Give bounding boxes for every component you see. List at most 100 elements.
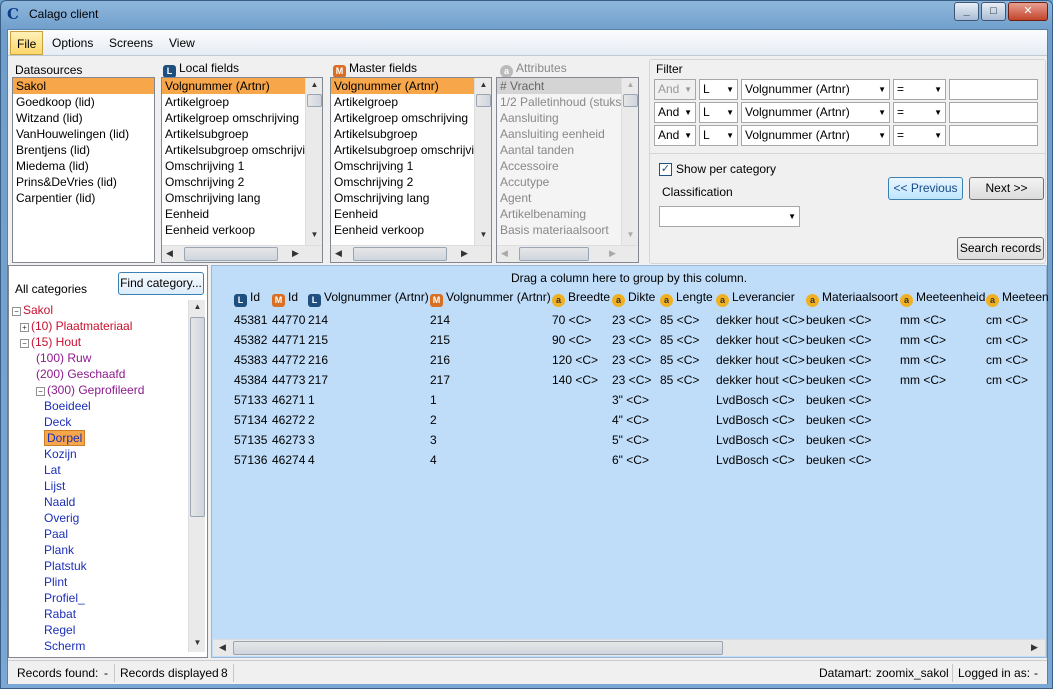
table-cell[interactable]: mm <C>: [900, 350, 946, 370]
local-field-item[interactable]: Omschrijving 2: [162, 174, 322, 190]
table-cell[interactable]: 57135: [234, 430, 267, 450]
master-field-item[interactable]: Omschrijving lang: [331, 190, 491, 206]
table-cell[interactable]: LvdBosch <C>: [716, 410, 795, 430]
table-cell[interactable]: 4: [430, 450, 437, 470]
table-cell[interactable]: beuken <C>: [806, 390, 871, 410]
local-field-item[interactable]: Artikelgroep omschrijving: [162, 110, 322, 126]
table-cell[interactable]: 46271: [272, 390, 305, 410]
table-cell[interactable]: 90 <C>: [552, 330, 591, 350]
table-cell[interactable]: 44772: [272, 350, 305, 370]
filter-value-input-2[interactable]: [949, 102, 1038, 123]
category-tree-item[interactable]: Plank: [12, 542, 189, 558]
filter-operator-select-2[interactable]: = ▼: [893, 102, 946, 123]
table-cell[interactable]: 216: [430, 350, 450, 370]
table-cell[interactable]: 2: [308, 410, 315, 430]
filter-field-select-3[interactable]: Volgnummer (Artnr) ▼: [741, 125, 890, 146]
column-header[interactable]: a Lengte: [660, 290, 713, 310]
filter-value-input-1[interactable]: [949, 79, 1038, 100]
category-tree-item[interactable]: Naald: [12, 494, 189, 510]
table-cell[interactable]: 46273: [272, 430, 305, 450]
table-cell[interactable]: 3: [430, 430, 437, 450]
filter-field-select-1[interactable]: Volgnummer (Artnr) ▼: [741, 79, 890, 100]
category-tree-item[interactable]: Scherm: [12, 638, 189, 654]
menu-file[interactable]: File: [10, 31, 44, 55]
column-header[interactable]: a Meeteen: [986, 290, 1049, 310]
table-cell[interactable]: 217: [308, 370, 328, 390]
table-cell[interactable]: beuken <C>: [806, 330, 871, 350]
menu-screens[interactable]: Screens: [103, 31, 159, 55]
master-field-item[interactable]: Artikelsubgroep: [331, 126, 491, 142]
table-cell[interactable]: 4: [308, 450, 315, 470]
table-cell[interactable]: 216: [308, 350, 328, 370]
local-field-item[interactable]: Eenheid verkoop: [162, 222, 322, 238]
table-cell[interactable]: cm <C>: [986, 370, 1028, 390]
table-cell[interactable]: 44771: [272, 330, 305, 350]
grid-hscroll[interactable]: ◀ ▶: [213, 639, 1045, 656]
table-cell[interactable]: 23 <C>: [612, 310, 651, 330]
category-tree-item[interactable]: + (10) Plaatmateriaal: [12, 318, 189, 334]
filter-value-input-3[interactable]: [949, 125, 1038, 146]
table-cell[interactable]: 70 <C>: [552, 310, 591, 330]
filter-operator-select-3[interactable]: = ▼: [893, 125, 946, 146]
next-button[interactable]: Next >>: [969, 177, 1044, 200]
table-cell[interactable]: 1: [430, 390, 437, 410]
find-category-button[interactable]: Find category...: [118, 272, 204, 295]
table-cell[interactable]: mm <C>: [900, 310, 946, 330]
expand-icon[interactable]: +: [20, 323, 29, 332]
attribute-item[interactable]: Accessoire: [497, 158, 638, 174]
table-cell[interactable]: 3: [308, 430, 315, 450]
column-header[interactable]: a Dikte: [612, 290, 655, 310]
table-cell[interactable]: cm <C>: [986, 330, 1028, 350]
table-cell[interactable]: 85 <C>: [660, 370, 699, 390]
category-tree-item[interactable]: (100) Ruw: [12, 350, 189, 366]
column-header[interactable]: M Id: [272, 290, 298, 310]
attributes-list[interactable]: # Vracht 1/2 Palletinhoud (stuks) Aansluit…: [496, 77, 639, 263]
filter-logic-select-2[interactable]: And ▼: [654, 102, 696, 123]
table-cell[interactable]: beuken <C>: [806, 370, 871, 390]
category-tree[interactable]: − Sakol + (10) Plaatmateriaal − (15) Hout (100…: [12, 302, 189, 658]
filter-operator-select-1[interactable]: = ▼: [893, 79, 946, 100]
table-cell[interactable]: 23 <C>: [612, 330, 651, 350]
table-cell[interactable]: 57134: [234, 410, 267, 430]
table-cell[interactable]: 4" <C>: [612, 410, 649, 430]
category-tree-item[interactable]: Rabat: [12, 606, 189, 622]
table-cell[interactable]: 45382: [234, 330, 267, 350]
table-cell[interactable]: 2: [430, 410, 437, 430]
collapse-icon[interactable]: −: [12, 307, 21, 316]
datasource-item[interactable]: Carpentier (lid): [13, 190, 154, 206]
show-per-category-checkbox[interactable]: ✓: [659, 163, 672, 176]
local-fields-hscroll[interactable]: ◀ ▶: [162, 245, 322, 262]
master-field-item[interactable]: Artikelgroep: [331, 94, 491, 110]
table-cell[interactable]: 46272: [272, 410, 305, 430]
attribute-item[interactable]: Agent: [497, 190, 638, 206]
master-field-item[interactable]: Artikelgroep omschrijving: [331, 110, 491, 126]
category-tree-item[interactable]: (200) Geschaafd: [12, 366, 189, 382]
datasource-item[interactable]: Goedkoop (lid): [13, 94, 154, 110]
column-header[interactable]: L Id: [234, 290, 260, 310]
table-cell[interactable]: 120 <C>: [552, 350, 598, 370]
table-cell[interactable]: 85 <C>: [660, 330, 699, 350]
table-cell[interactable]: 3" <C>: [612, 390, 649, 410]
table-cell[interactable]: 85 <C>: [660, 350, 699, 370]
table-cell[interactable]: 45381: [234, 310, 267, 330]
local-field-item[interactable]: Volgnummer (Artnr): [162, 78, 322, 94]
table-cell[interactable]: 1: [308, 390, 315, 410]
table-cell[interactable]: dekker hout <C>: [716, 330, 805, 350]
datasource-item[interactable]: Witzand (lid): [13, 110, 154, 126]
category-tree-item[interactable]: Kozijn: [12, 446, 189, 462]
attribute-item[interactable]: Aansluiting eenheid: [497, 126, 638, 142]
category-tree-item[interactable]: − (15) Hout: [12, 334, 189, 350]
minimize-button[interactable]: _: [954, 2, 979, 21]
table-cell[interactable]: 214: [430, 310, 450, 330]
table-cell[interactable]: beuken <C>: [806, 430, 871, 450]
local-field-item[interactable]: Omschrijving 1: [162, 158, 322, 174]
table-cell[interactable]: beuken <C>: [806, 410, 871, 430]
table-cell[interactable]: 57136: [234, 450, 267, 470]
table-cell[interactable]: 23 <C>: [612, 370, 651, 390]
datasource-item[interactable]: Sakol: [13, 78, 154, 94]
column-header[interactable]: a Breedte: [552, 290, 610, 310]
table-cell[interactable]: 5" <C>: [612, 430, 649, 450]
table-cell[interactable]: 217: [430, 370, 450, 390]
attributes-hscroll[interactable]: ◀ ▶: [497, 245, 638, 262]
category-tree-item[interactable]: Boeideel: [12, 398, 189, 414]
